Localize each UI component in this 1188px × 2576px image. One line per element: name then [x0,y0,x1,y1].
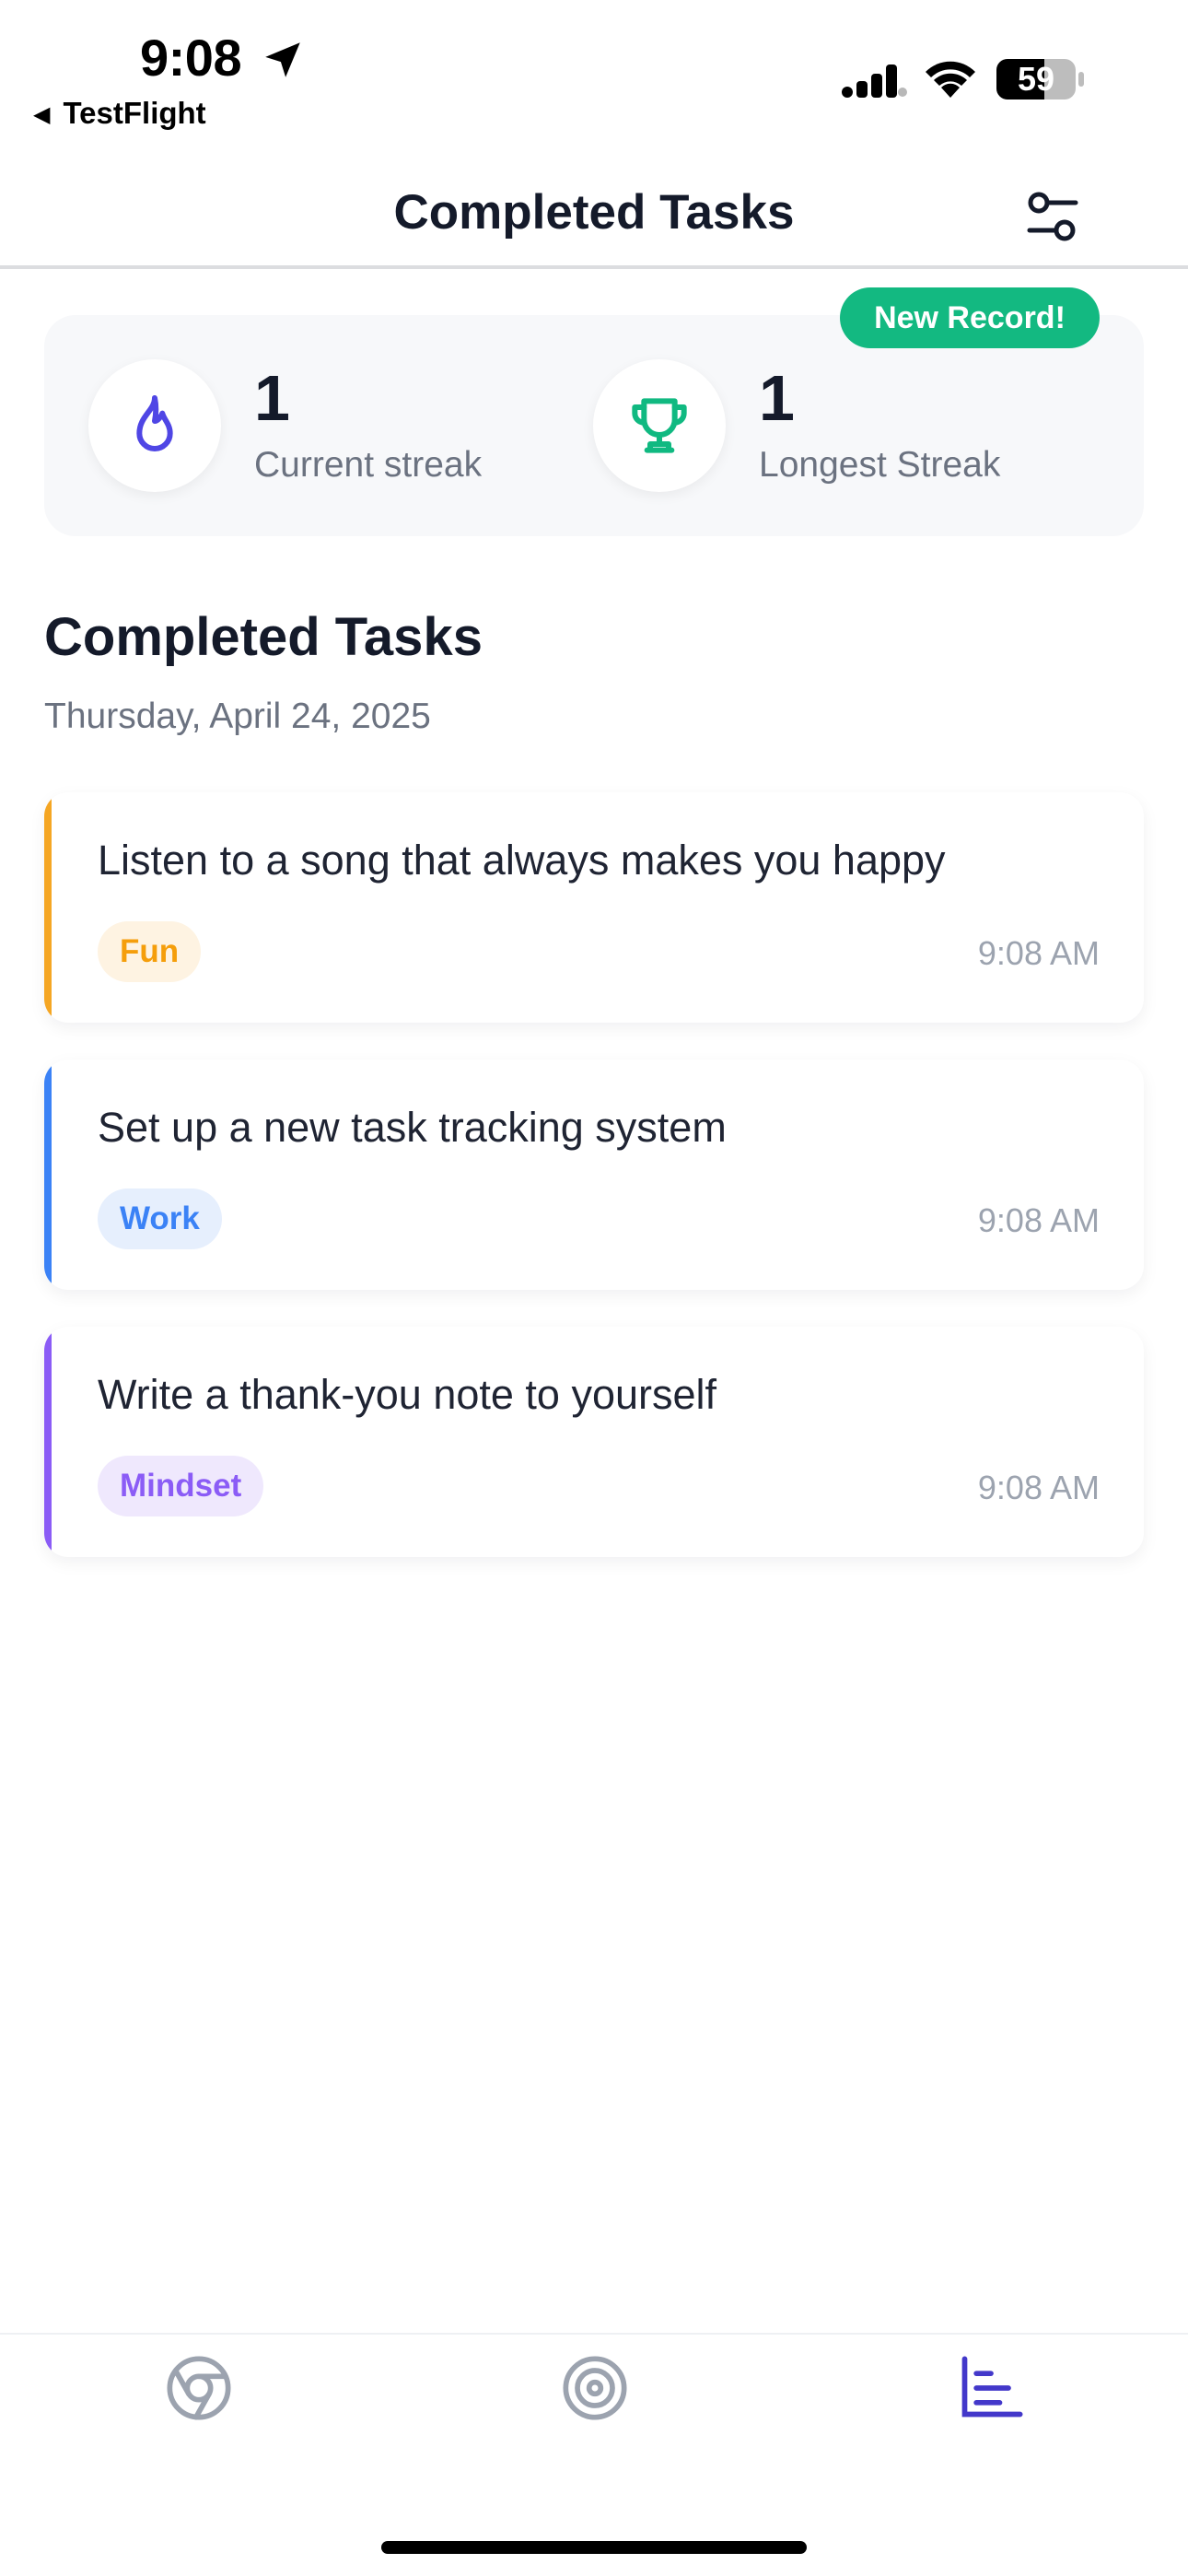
task-accent-bar [44,1327,52,1557]
target-icon[interactable] [560,2353,630,2423]
longest-streak-value: 1 [759,362,795,434]
task-tag: Fun [98,921,202,982]
sliders-icon[interactable] [1022,186,1083,247]
wifi-icon [926,61,975,98]
current-streak-label: Current streak [254,445,483,485]
current-streak-value: 1 [254,362,290,434]
task-title: Set up a new task tracking system [98,1104,727,1151]
tab-bar-divider [0,2333,1188,2335]
longest-streak-label: Longest Streak [759,445,1001,485]
location-arrow-icon [265,42,300,77]
section-date: Thursday, April 24, 2025 [44,697,431,736]
trophy-icon [632,398,687,453]
task-accent-bar [44,1060,52,1290]
task-tag: Mindset [98,1456,264,1516]
task-card[interactable]: Write a thank-you note to yourself Minds… [44,1327,1144,1557]
page-title: Completed Tasks [393,185,795,240]
longest-streak-icon-circle [593,359,726,492]
section-title: Completed Tasks [44,607,483,667]
flame-icon [136,395,173,451]
task-time: 9:08 AM [977,1201,1100,1239]
current-streak-icon-circle [88,359,221,492]
new-record-badge: New Record! [840,287,1100,348]
task-time: 9:08 AM [977,1469,1100,1506]
task-card[interactable]: Set up a new task tracking system Work 9… [44,1060,1144,1290]
task-title: Write a thank-you note to yourself [98,1371,717,1418]
task-card[interactable]: Listen to a song that always makes you h… [44,792,1144,1023]
back-app-label: TestFlight [63,96,206,130]
bar-chart-icon[interactable] [956,2353,1026,2423]
back-to-testflight[interactable]: ◀ TestFlight [33,96,206,131]
task-title: Listen to a song that always makes you h… [98,837,946,884]
battery-indicator: 59 [996,59,1085,100]
cellular-signal-icon [842,64,907,98]
header-divider [0,265,1188,269]
task-tag: Work [98,1188,222,1249]
back-triangle-icon: ◀ [33,102,51,127]
status-time: 9:08 [140,29,242,87]
aperture-icon[interactable] [164,2353,234,2423]
task-time: 9:08 AM [977,934,1100,972]
task-accent-bar [44,792,52,1023]
home-indicator [381,2541,807,2554]
battery-level: 59 [1017,60,1055,98]
